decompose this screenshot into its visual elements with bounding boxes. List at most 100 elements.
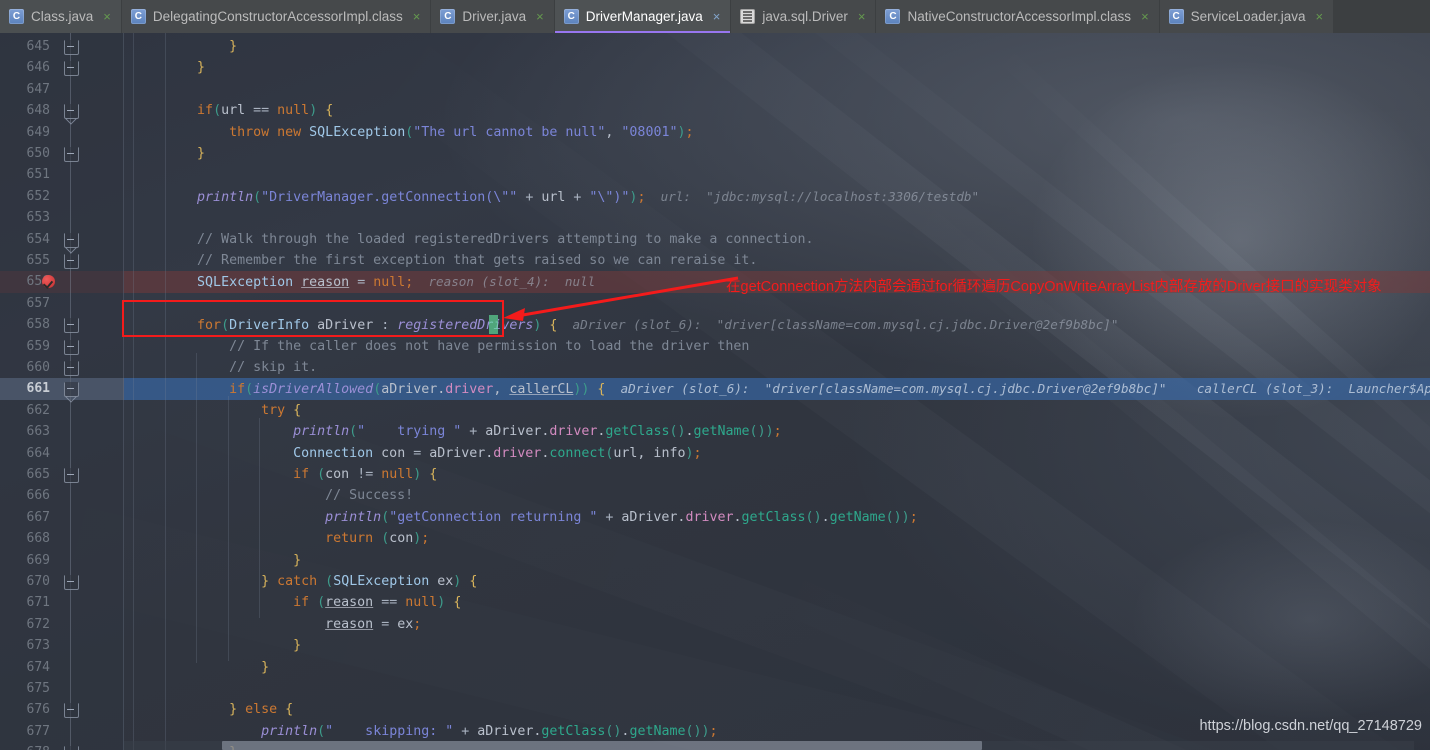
code-fold-toggle[interactable] [64, 575, 79, 590]
line-number[interactable]: 668 [0, 528, 50, 549]
code-fold-toggle[interactable] [64, 746, 79, 750]
code-text[interactable]: for(DriverInfo aDriver : registeredDrive… [133, 314, 1430, 336]
code-line[interactable]: 652 println("DriverManager.getConnection… [0, 186, 1430, 207]
code-line[interactable]: 649 throw new SQLException("The url cann… [0, 122, 1430, 143]
code-line[interactable]: 669 } [0, 550, 1430, 571]
code-line[interactable]: 664 Connection con = aDriver.driver.conn… [0, 443, 1430, 464]
code-line[interactable]: 668 return (con); [0, 528, 1430, 549]
code-text[interactable]: } [133, 57, 1430, 78]
code-text[interactable]: try { [133, 400, 1430, 421]
line-number[interactable]: 647 [0, 79, 50, 100]
line-number[interactable]: 649 [0, 122, 50, 143]
code-line[interactable]: 665 if (con != null) { [0, 464, 1430, 485]
line-number[interactable]: 675 [0, 678, 50, 699]
code-text[interactable]: println("getConnection returning " + aDr… [133, 507, 1430, 528]
line-number[interactable]: 648 [0, 100, 50, 121]
editor-tab-class-java[interactable]: Class.java × [0, 0, 122, 33]
code-text[interactable]: } [133, 36, 1430, 57]
code-fold-toggle[interactable] [64, 40, 79, 55]
line-number[interactable]: 665 [0, 464, 50, 485]
line-number[interactable]: 678 [0, 742, 50, 750]
code-fold-toggle[interactable] [64, 254, 79, 269]
code-fold-toggle[interactable] [64, 61, 79, 77]
code-line[interactable]: 648 if(url == null) { [0, 100, 1430, 121]
code-text[interactable]: reason = ex; [133, 614, 1430, 635]
code-text[interactable]: // Success! [133, 485, 1430, 506]
tab-close-icon[interactable]: × [713, 9, 721, 24]
code-text[interactable]: println(" trying " + aDriver.driver.getC… [133, 421, 1430, 442]
line-number[interactable]: 657 [0, 293, 50, 314]
code-text[interactable]: if(url == null) { [133, 100, 1430, 121]
tab-close-icon[interactable]: × [858, 9, 866, 24]
editor-tab-bar[interactable]: Class.java×DelegatingConstructorAccessor… [0, 0, 1430, 33]
code-text[interactable]: if (con != null) { [133, 464, 1430, 485]
code-line[interactable]: 667 println("getConnection returning " +… [0, 507, 1430, 528]
code-line[interactable]: 655 // Remember the first exception that… [0, 250, 1430, 271]
code-line[interactable]: 650 } [0, 143, 1430, 164]
code-line[interactable]: 651 [0, 164, 1430, 185]
line-number[interactable]: 666 [0, 485, 50, 506]
code-fold-toggle[interactable] [64, 232, 79, 248]
code-line[interactable]: 663 println(" trying " + aDriver.driver.… [0, 421, 1430, 442]
code-text[interactable]: } catch (SQLException ex) { [133, 571, 1430, 592]
line-number[interactable]: 662 [0, 400, 50, 421]
line-number[interactable]: 671 [0, 592, 50, 613]
line-number[interactable]: 651 [0, 164, 50, 185]
line-number[interactable]: 653 [0, 207, 50, 228]
code-line[interactable]: 671 if (reason == null) { [0, 592, 1430, 613]
code-line[interactable]: 659 // If the caller does not have permi… [0, 336, 1430, 357]
line-number[interactable]: 654 [0, 229, 50, 250]
line-number[interactable]: 660 [0, 357, 50, 378]
code-text[interactable]: } [133, 657, 1430, 678]
code-text[interactable]: // If the caller does not have permissio… [133, 336, 1430, 357]
line-number[interactable]: 672 [0, 614, 50, 635]
editor-tab-driver-java[interactable]: Driver.java × [431, 0, 555, 33]
line-number[interactable]: 674 [0, 657, 50, 678]
code-line[interactable]: 672 reason = ex; [0, 614, 1430, 635]
code-fold-toggle[interactable] [64, 361, 79, 376]
code-fold-toggle[interactable] [64, 104, 79, 120]
tab-close-icon[interactable]: × [536, 9, 544, 24]
tab-close-icon[interactable]: × [1315, 9, 1323, 24]
code-line[interactable]: 661 if(isDriverAllowed(aDriver.driver, c… [0, 378, 1430, 399]
code-text[interactable]: Connection con = aDriver.driver.connect(… [133, 443, 1430, 464]
code-line[interactable]: 670 } catch (SQLException ex) { [0, 571, 1430, 592]
code-text[interactable]: if (reason == null) { [133, 592, 1430, 613]
code-fold-toggle[interactable] [64, 468, 79, 483]
code-line[interactable]: 654 // Walk through the loaded registere… [0, 229, 1430, 250]
line-number[interactable]: 645 [0, 36, 50, 57]
code-text[interactable]: } [133, 550, 1430, 571]
code-fold-toggle[interactable] [64, 339, 79, 355]
code-text[interactable]: // Walk through the loaded registeredDri… [133, 229, 1430, 250]
code-line[interactable]: 662 try { [0, 400, 1430, 421]
code-fold-toggle[interactable] [64, 382, 79, 398]
code-text[interactable]: return (con); [133, 528, 1430, 549]
line-number[interactable]: 664 [0, 443, 50, 464]
code-text[interactable]: if(isDriverAllowed(aDriver.driver, calle… [133, 378, 1430, 400]
code-fold-toggle[interactable] [64, 703, 79, 719]
line-number[interactable]: 673 [0, 635, 50, 656]
code-line[interactable]: 673 } [0, 635, 1430, 656]
code-text[interactable]: } [133, 143, 1430, 164]
editor-tab-serviceloader-java[interactable]: ServiceLoader.java × [1159, 0, 1335, 33]
line-number[interactable]: 659 [0, 336, 50, 357]
code-line[interactable]: 647 [0, 79, 1430, 100]
code-text[interactable]: // Remember the first exception that get… [133, 250, 1430, 271]
editor-tab-java-sql-driver[interactable]: java.sql.Driver × [731, 0, 877, 33]
line-number[interactable]: 676 [0, 699, 50, 720]
scrollbar-thumb[interactable] [222, 741, 982, 750]
line-number[interactable]: 655 [0, 250, 50, 271]
line-number[interactable]: 670 [0, 571, 50, 592]
code-text[interactable]: // skip it. [133, 357, 1430, 378]
code-text[interactable]: } [133, 635, 1430, 656]
code-line[interactable]: 645 } [0, 36, 1430, 57]
code-text[interactable]: throw new SQLException("The url cannot b… [133, 122, 1430, 143]
line-number[interactable]: 667 [0, 507, 50, 528]
code-line[interactable]: 674 } [0, 657, 1430, 678]
line-number[interactable]: 650 [0, 143, 50, 164]
editor-tab-delegatingconstructoraccessorimpl-class[interactable]: DelegatingConstructorAccessorImpl.class × [121, 0, 432, 33]
code-line[interactable]: 675 [0, 678, 1430, 699]
code-text[interactable]: println("DriverManager.getConnection(\""… [133, 186, 1430, 208]
line-number[interactable]: 661 [0, 378, 50, 399]
line-number[interactable]: 663 [0, 421, 50, 442]
